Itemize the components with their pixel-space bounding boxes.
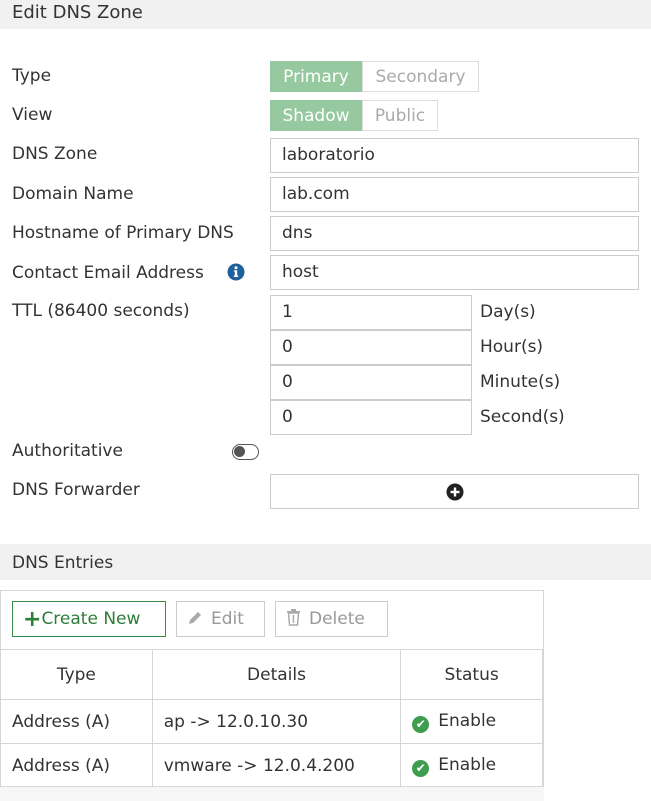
authoritative-toggle[interactable]	[232, 444, 259, 460]
ttl-days-unit: Day(s)	[480, 302, 536, 322]
edit-button[interactable]: Edit	[176, 601, 265, 637]
ttl-days-input[interactable]: 1	[270, 295, 472, 330]
view-label: View	[12, 105, 53, 125]
status-label: Enable	[438, 710, 497, 731]
view-shadow-option[interactable]: Shadow	[270, 100, 362, 131]
contact-email-input[interactable]: host	[270, 255, 639, 290]
ttl-seconds-input[interactable]: 0	[270, 400, 472, 435]
primary-dns-input[interactable]: dns	[270, 216, 639, 251]
column-header-details[interactable]: Details	[151, 649, 402, 700]
primary-dns-label: Hostname of Primary DNS	[12, 223, 234, 243]
ttl-hours-unit: Hour(s)	[480, 337, 544, 357]
type-label: Type	[12, 66, 52, 86]
table-row[interactable]: Address (A) ap -> 12.0.10.30 ✔ Enable	[0, 699, 543, 744]
table-row[interactable]: Address (A) vmware -> 12.0.4.200 ✔ Enable	[0, 743, 543, 788]
toggle-knob	[234, 446, 245, 457]
page-title: Edit DNS Zone	[0, 0, 651, 29]
type-secondary-option[interactable]: Secondary	[362, 61, 479, 92]
row-type-cell: Address (A)	[0, 699, 153, 744]
row-status-cell: ✔ Enable	[400, 699, 543, 744]
authoritative-label: Authoritative	[12, 441, 123, 461]
domain-name-input[interactable]: lab.com	[270, 177, 639, 212]
trash-icon	[287, 609, 300, 626]
row-type-cell: Address (A)	[0, 743, 153, 788]
table-next-row-partial	[0, 786, 544, 801]
ttl-hours-input[interactable]: 0	[270, 330, 472, 365]
dns-zone-label: DNS Zone	[12, 144, 98, 164]
table-header-row: Type Details Status	[0, 649, 543, 700]
plus-circle-icon[interactable]	[446, 483, 464, 501]
status-label: Enable	[438, 754, 497, 775]
delete-label: Delete	[309, 609, 365, 629]
domain-name-label: Domain Name	[12, 184, 134, 204]
ttl-label: TTL (86400 seconds)	[12, 301, 190, 321]
plus-icon: +	[23, 607, 42, 632]
row-details-cell: vmware -> 12.0.4.200	[151, 743, 402, 788]
column-header-type[interactable]: Type	[0, 649, 153, 700]
create-new-button[interactable]: +Create New	[12, 601, 166, 637]
ttl-minutes-unit: Minute(s)	[480, 372, 561, 392]
type-primary-option[interactable]: Primary	[270, 61, 362, 92]
edit-label: Edit	[211, 609, 244, 629]
row-status-cell: ✔ Enable	[400, 743, 543, 788]
check-circle-icon: ✔	[412, 759, 430, 777]
dns-entries-header: DNS Entries	[0, 544, 651, 580]
create-new-label: Create New	[41, 609, 141, 629]
contact-email-label: Contact Email Address	[12, 263, 204, 283]
pencil-icon	[189, 612, 201, 624]
ttl-minutes-input[interactable]: 0	[270, 365, 472, 400]
dns-forwarder-label: DNS Forwarder	[12, 480, 140, 500]
dns-zone-input[interactable]: laboratorio	[270, 138, 639, 173]
check-circle-icon: ✔	[412, 715, 430, 733]
dns-forwarder-add-field[interactable]	[270, 474, 639, 509]
delete-button[interactable]: Delete	[275, 601, 388, 637]
dns-entries-table: Type Details Status Address (A) ap -> 12…	[0, 649, 543, 788]
row-details-cell: ap -> 12.0.10.30	[151, 699, 402, 744]
view-public-option[interactable]: Public	[362, 100, 438, 131]
column-header-status[interactable]: Status	[400, 649, 543, 700]
ttl-seconds-unit: Second(s)	[480, 407, 565, 427]
info-icon[interactable]	[227, 263, 245, 281]
